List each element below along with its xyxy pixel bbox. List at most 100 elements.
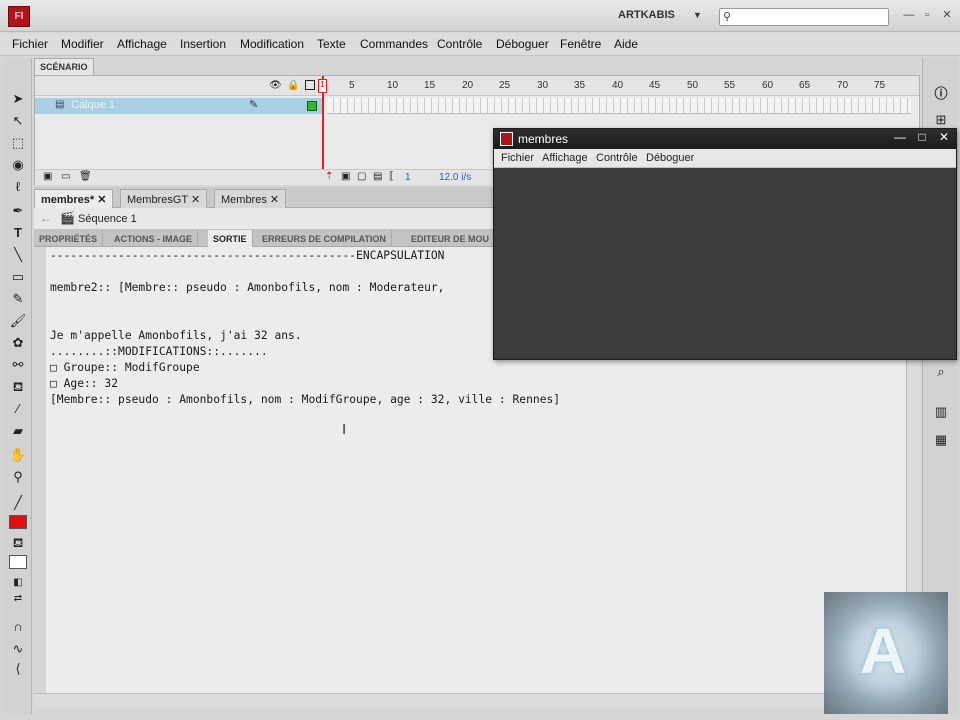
- output-line: □ Groupe:: ModifGroupe: [50, 361, 200, 374]
- snap-magnet-icon[interactable]: ∩: [8, 618, 28, 636]
- maximize-button[interactable]: ▫: [918, 7, 936, 23]
- outline-icon[interactable]: [305, 80, 315, 90]
- zoom-tool-icon[interactable]: ⚲: [8, 468, 28, 486]
- search-input[interactable]: ⚲: [719, 8, 889, 26]
- modify-markers-icon[interactable]: ⟦: [389, 171, 394, 182]
- player-menu-controle[interactable]: Contrôle: [596, 152, 638, 164]
- fill-color-icon[interactable]: ⛾: [8, 534, 28, 552]
- onion-outline-icon[interactable]: ▢: [357, 171, 366, 182]
- tab-membresgt[interactable]: MembresGT ✕: [120, 189, 208, 208]
- flash-player-window: membres — □ ✕ Fichier Affichage Contrôle…: [493, 128, 957, 360]
- components-icon[interactable]: ▥: [931, 402, 951, 422]
- menu-texte[interactable]: Texte: [317, 37, 346, 51]
- fill-color-swatch[interactable]: [9, 555, 27, 569]
- 3d-rotation-tool-icon[interactable]: ◉: [8, 156, 28, 174]
- menu-modification[interactable]: Modification: [240, 37, 304, 51]
- swap-colors-icon[interactable]: ⇄: [8, 590, 28, 608]
- rectangle-tool-icon[interactable]: ▭: [8, 268, 28, 286]
- smooth-icon[interactable]: ∿: [8, 640, 28, 658]
- stroke-color-swatch[interactable]: [9, 515, 27, 529]
- tab-membres-modified[interactable]: membres* ✕: [34, 189, 114, 208]
- close-icon[interactable]: ✕: [191, 194, 200, 206]
- minimize-button[interactable]: —: [890, 130, 910, 144]
- app-logo: Fl: [8, 6, 30, 27]
- new-folder-icon[interactable]: ▭: [61, 171, 70, 182]
- pen-tool-icon[interactable]: ✒: [8, 202, 28, 220]
- new-layer-icon[interactable]: ▣: [43, 171, 52, 182]
- playhead-handle[interactable]: 1: [318, 79, 327, 93]
- frame-number: 60: [762, 80, 774, 91]
- menu-insertion[interactable]: Insertion: [180, 37, 226, 51]
- layer-icon: ▤: [55, 99, 65, 110]
- menu-fichier[interactable]: Fichier: [12, 37, 48, 51]
- eye-icon[interactable]: 👁: [269, 80, 282, 91]
- brush-tool-icon[interactable]: 🖌: [8, 312, 28, 330]
- free-transform-tool-icon[interactable]: ⬚: [8, 134, 28, 152]
- layer-color-icon[interactable]: [307, 101, 317, 111]
- center-frame-icon[interactable]: ⇡: [325, 171, 333, 182]
- text-tool-icon[interactable]: T: [8, 224, 28, 242]
- eyedropper-tool-icon[interactable]: ⁄: [8, 400, 28, 418]
- menu-deboguer[interactable]: Déboguer: [496, 37, 549, 51]
- output-horizontal-scrollbar[interactable]: [34, 693, 920, 707]
- layer-name[interactable]: Calque 1: [71, 99, 115, 111]
- close-icon[interactable]: ✕: [270, 194, 279, 206]
- library-search-icon[interactable]: ⌕: [931, 362, 951, 382]
- tab-membres[interactable]: Membres ✕: [214, 189, 287, 208]
- hand-tool-icon[interactable]: ✋: [8, 446, 28, 464]
- menu-aide[interactable]: Aide: [614, 37, 638, 51]
- deco-tool-icon[interactable]: ✿: [8, 334, 28, 352]
- info-icon[interactable]: ⓘ: [931, 84, 951, 104]
- chevron-down-icon[interactable]: ▼: [693, 10, 702, 20]
- back-arrow-icon[interactable]: ←: [40, 211, 52, 225]
- align-icon[interactable]: ⊞: [931, 110, 951, 130]
- eraser-tool-icon[interactable]: ▰: [8, 422, 28, 440]
- lock-icon[interactable]: 🔒: [287, 80, 299, 91]
- close-button[interactable]: ✕: [938, 7, 956, 23]
- edit-multiple-icon[interactable]: ▤: [373, 171, 382, 182]
- tab-sortie[interactable]: SORTIE: [208, 230, 253, 247]
- motion-presets-icon[interactable]: ▦: [931, 430, 951, 450]
- player-menu-affichage[interactable]: Affichage: [542, 152, 588, 164]
- close-icon[interactable]: ✕: [97, 194, 106, 206]
- scene-label[interactable]: Séquence 1: [78, 213, 137, 225]
- frame-rate[interactable]: 12.0 i/s: [439, 172, 471, 183]
- maximize-button[interactable]: □: [912, 130, 932, 144]
- frame-number: 50: [687, 80, 699, 91]
- lasso-tool-icon[interactable]: ℓ: [8, 178, 28, 196]
- frames-grid[interactable]: [327, 98, 911, 114]
- tab-scenario[interactable]: SCÉNARIO: [34, 58, 94, 75]
- paint-bucket-icon[interactable]: ⛾: [8, 378, 28, 396]
- onion-skin-icon[interactable]: ▣: [341, 171, 350, 182]
- line-tool-icon[interactable]: ╲: [8, 246, 28, 264]
- output-line: ........::MODIFICATIONS::.......: [50, 345, 268, 358]
- tab-actions-image[interactable]: ACTIONS - IMAGE: [109, 230, 198, 247]
- menu-affichage[interactable]: Affichage: [117, 37, 167, 51]
- tab-proprietes[interactable]: PROPRIÉTÉS: [34, 230, 104, 247]
- workspace-switcher[interactable]: ARTKABIS: [618, 9, 675, 21]
- straighten-icon[interactable]: ⟨: [8, 660, 28, 678]
- player-stage[interactable]: [497, 169, 953, 356]
- selection-tool-icon[interactable]: ➤: [8, 90, 28, 108]
- search-icon: ⚲: [723, 11, 732, 23]
- menu-controle[interactable]: Contrôle: [437, 37, 482, 51]
- pencil-tool-icon[interactable]: ✎: [8, 290, 28, 308]
- output-line: membre2:: [Membre:: pseudo : Amonbofils,…: [50, 281, 445, 294]
- menu-commandes[interactable]: Commandes: [360, 37, 428, 51]
- close-button[interactable]: ✕: [934, 130, 954, 144]
- delete-layer-icon[interactable]: 🗑: [79, 171, 92, 182]
- frame-number: 20: [462, 80, 474, 91]
- menu-fenetre[interactable]: Fenêtre: [560, 37, 601, 51]
- subselection-tool-icon[interactable]: ↖: [8, 112, 28, 130]
- frame-number: 70: [837, 80, 849, 91]
- layer-row[interactable]: ▤ Calque 1 ✎: [35, 98, 323, 114]
- player-menu-deboguer[interactable]: Déboguer: [646, 152, 694, 164]
- bone-tool-icon[interactable]: ⚯: [8, 356, 28, 374]
- player-menu-fichier[interactable]: Fichier: [501, 152, 534, 164]
- menu-modifier[interactable]: Modifier: [61, 37, 104, 51]
- minimize-button[interactable]: —: [900, 7, 918, 23]
- tab-erreurs-compilation[interactable]: ERREURS DE COMPILATION: [257, 230, 392, 247]
- player-title-bar: membres — □ ✕: [494, 129, 956, 149]
- tab-editeur-mouvement[interactable]: EDITEUR DE MOU: [406, 230, 496, 247]
- stroke-color-icon[interactable]: ╱: [8, 494, 28, 512]
